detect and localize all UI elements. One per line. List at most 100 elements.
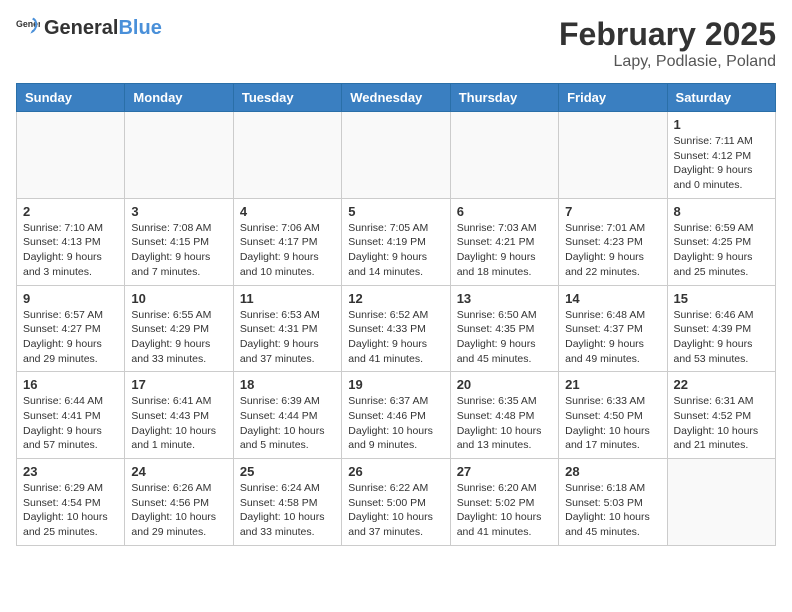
day-cell: 1 Sunrise: 7:11 AM Sunset: 4:12 PM Daylig… xyxy=(667,112,775,199)
header: General GeneralBlue February 2025 Lapy, … xyxy=(16,16,776,71)
day-cell: 28 Sunrise: 6:18 AM Sunset: 5:03 PM Dayli… xyxy=(559,459,667,546)
day-cell: 18 Sunrise: 6:39 AM Sunset: 4:44 PM Dayli… xyxy=(233,372,341,459)
logo-text: GeneralBlue xyxy=(44,18,162,38)
day-info: Sunrise: 7:05 AM Sunset: 4:19 PM Dayligh… xyxy=(348,221,443,280)
day-cell xyxy=(450,112,558,199)
day-number: 15 xyxy=(674,291,769,306)
day-info: Sunrise: 7:03 AM Sunset: 4:21 PM Dayligh… xyxy=(457,221,552,280)
day-cell xyxy=(559,112,667,199)
day-info: Sunrise: 6:46 AM Sunset: 4:39 PM Dayligh… xyxy=(674,308,769,367)
day-of-week-wednesday: Wednesday xyxy=(342,84,450,112)
day-number: 16 xyxy=(23,377,118,392)
day-info: Sunrise: 6:52 AM Sunset: 4:33 PM Dayligh… xyxy=(348,308,443,367)
day-info: Sunrise: 6:53 AM Sunset: 4:31 PM Dayligh… xyxy=(240,308,335,367)
day-number: 18 xyxy=(240,377,335,392)
day-cell xyxy=(17,112,125,199)
day-cell: 20Sunrise: 6:35 AM Sunset: 4:48 PM Dayli… xyxy=(450,372,558,459)
day-info: Sunrise: 6:31 AM Sunset: 4:52 PM Dayligh… xyxy=(674,394,769,453)
day-info: Sunrise: 7:10 AM Sunset: 4:13 PM Dayligh… xyxy=(23,221,118,280)
day-info: Sunrise: 7:11 AM Sunset: 4:12 PM Dayligh… xyxy=(674,134,769,193)
day-info: Sunrise: 6:48 AM Sunset: 4:37 PM Dayligh… xyxy=(565,308,660,367)
day-cell: 12 Sunrise: 6:52 AM Sunset: 4:33 PM Dayli… xyxy=(342,285,450,372)
day-cell: 16 Sunrise: 6:44 AM Sunset: 4:41 PM Dayli… xyxy=(17,372,125,459)
day-cell xyxy=(233,112,341,199)
day-of-week-friday: Friday xyxy=(559,84,667,112)
day-cell: 2 Sunrise: 7:10 AM Sunset: 4:13 PM Daylig… xyxy=(17,198,125,285)
day-cell: 9 Sunrise: 6:57 AM Sunset: 4:27 PM Daylig… xyxy=(17,285,125,372)
day-number: 2 xyxy=(23,204,118,219)
day-info: Sunrise: 6:41 AM Sunset: 4:43 PM Dayligh… xyxy=(131,394,226,453)
day-info: Sunrise: 7:06 AM Sunset: 4:17 PM Dayligh… xyxy=(240,221,335,280)
day-cell: 13 Sunrise: 6:50 AM Sunset: 4:35 PM Dayli… xyxy=(450,285,558,372)
day-info: Sunrise: 6:33 AM Sunset: 4:50 PM Dayligh… xyxy=(565,394,660,453)
day-info: Sunrise: 6:26 AM Sunset: 4:56 PM Dayligh… xyxy=(131,481,226,540)
title-section: February 2025 Lapy, Podlasie, Poland xyxy=(559,16,776,71)
day-info: Sunrise: 7:01 AM Sunset: 4:23 PM Dayligh… xyxy=(565,221,660,280)
logo-blue: Blue xyxy=(118,17,161,39)
day-cell: 26Sunrise: 6:22 AM Sunset: 5:00 PM Dayli… xyxy=(342,459,450,546)
day-cell: 21Sunrise: 6:33 AM Sunset: 4:50 PM Dayli… xyxy=(559,372,667,459)
week-row-4: 16 Sunrise: 6:44 AM Sunset: 4:41 PM Dayli… xyxy=(17,372,776,459)
day-info: Sunrise: 6:57 AM Sunset: 4:27 PM Dayligh… xyxy=(23,308,118,367)
week-row-3: 9 Sunrise: 6:57 AM Sunset: 4:27 PM Daylig… xyxy=(17,285,776,372)
day-number: 25 xyxy=(240,464,335,479)
day-number: 26 xyxy=(348,464,443,479)
day-number: 17 xyxy=(131,377,226,392)
day-info: Sunrise: 6:35 AM Sunset: 4:48 PM Dayligh… xyxy=(457,394,552,453)
day-cell: 19 Sunrise: 6:37 AM Sunset: 4:46 PM Dayli… xyxy=(342,372,450,459)
day-cell: 10 Sunrise: 6:55 AM Sunset: 4:29 PM Dayli… xyxy=(125,285,233,372)
day-cell: 3Sunrise: 7:08 AM Sunset: 4:15 PM Daylig… xyxy=(125,198,233,285)
day-cell: 8 Sunrise: 6:59 AM Sunset: 4:25 PM Daylig… xyxy=(667,198,775,285)
day-info: Sunrise: 6:18 AM Sunset: 5:03 PM Dayligh… xyxy=(565,481,660,540)
day-info: Sunrise: 6:39 AM Sunset: 4:44 PM Dayligh… xyxy=(240,394,335,453)
week-row-1: 1 Sunrise: 7:11 AM Sunset: 4:12 PM Daylig… xyxy=(17,112,776,199)
calendar: SundayMondayTuesdayWednesdayThursdayFrid… xyxy=(16,83,776,546)
day-number: 1 xyxy=(674,117,769,132)
month-title: February 2025 xyxy=(559,16,776,53)
calendar-header-row: SundayMondayTuesdayWednesdayThursdayFrid… xyxy=(17,84,776,112)
day-info: Sunrise: 6:59 AM Sunset: 4:25 PM Dayligh… xyxy=(674,221,769,280)
day-cell: 6Sunrise: 7:03 AM Sunset: 4:21 PM Daylig… xyxy=(450,198,558,285)
day-number: 8 xyxy=(674,204,769,219)
day-cell: 4 Sunrise: 7:06 AM Sunset: 4:17 PM Daylig… xyxy=(233,198,341,285)
day-number: 9 xyxy=(23,291,118,306)
day-number: 28 xyxy=(565,464,660,479)
day-info: Sunrise: 6:37 AM Sunset: 4:46 PM Dayligh… xyxy=(348,394,443,453)
day-number: 12 xyxy=(348,291,443,306)
week-row-5: 23 Sunrise: 6:29 AM Sunset: 4:54 PM Dayli… xyxy=(17,459,776,546)
logo: General GeneralBlue xyxy=(16,16,162,40)
day-info: Sunrise: 6:29 AM Sunset: 4:54 PM Dayligh… xyxy=(23,481,118,540)
day-number: 4 xyxy=(240,204,335,219)
day-info: Sunrise: 6:50 AM Sunset: 4:35 PM Dayligh… xyxy=(457,308,552,367)
location-subtitle: Lapy, Podlasie, Poland xyxy=(559,53,776,71)
logo-icon: General xyxy=(16,16,40,40)
day-info: Sunrise: 6:55 AM Sunset: 4:29 PM Dayligh… xyxy=(131,308,226,367)
day-number: 3 xyxy=(131,204,226,219)
day-cell: 23 Sunrise: 6:29 AM Sunset: 4:54 PM Dayli… xyxy=(17,459,125,546)
day-number: 23 xyxy=(23,464,118,479)
day-cell xyxy=(125,112,233,199)
day-number: 14 xyxy=(565,291,660,306)
day-cell: 27 Sunrise: 6:20 AM Sunset: 5:02 PM Dayli… xyxy=(450,459,558,546)
day-number: 5 xyxy=(348,204,443,219)
day-number: 27 xyxy=(457,464,552,479)
day-number: 10 xyxy=(131,291,226,306)
day-of-week-monday: Monday xyxy=(125,84,233,112)
day-of-week-thursday: Thursday xyxy=(450,84,558,112)
day-of-week-saturday: Saturday xyxy=(667,84,775,112)
day-info: Sunrise: 6:44 AM Sunset: 4:41 PM Dayligh… xyxy=(23,394,118,453)
day-cell: 25 Sunrise: 6:24 AM Sunset: 4:58 PM Dayli… xyxy=(233,459,341,546)
day-number: 11 xyxy=(240,291,335,306)
day-number: 24 xyxy=(131,464,226,479)
day-cell: 22Sunrise: 6:31 AM Sunset: 4:52 PM Dayli… xyxy=(667,372,775,459)
day-cell: 15 Sunrise: 6:46 AM Sunset: 4:39 PM Dayli… xyxy=(667,285,775,372)
day-cell: 11 Sunrise: 6:53 AM Sunset: 4:31 PM Dayli… xyxy=(233,285,341,372)
day-number: 19 xyxy=(348,377,443,392)
day-info: Sunrise: 6:20 AM Sunset: 5:02 PM Dayligh… xyxy=(457,481,552,540)
day-number: 13 xyxy=(457,291,552,306)
day-of-week-sunday: Sunday xyxy=(17,84,125,112)
logo-general: General xyxy=(44,17,118,39)
day-cell: 14 Sunrise: 6:48 AM Sunset: 4:37 PM Dayli… xyxy=(559,285,667,372)
day-cell: 5 Sunrise: 7:05 AM Sunset: 4:19 PM Daylig… xyxy=(342,198,450,285)
day-info: Sunrise: 6:24 AM Sunset: 4:58 PM Dayligh… xyxy=(240,481,335,540)
